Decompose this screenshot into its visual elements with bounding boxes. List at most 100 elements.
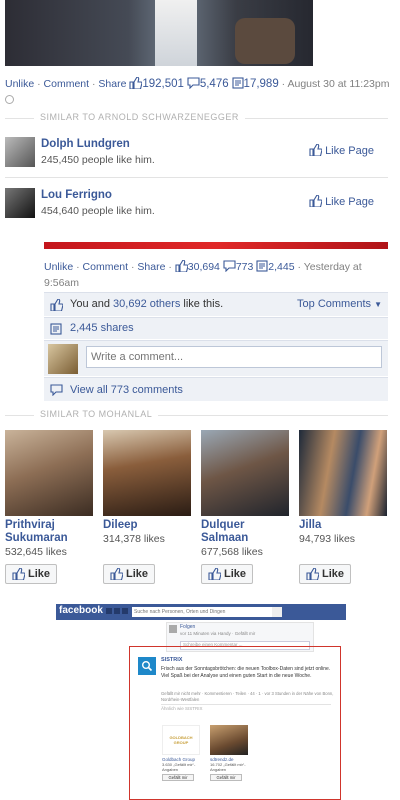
- comments-count[interactable]: 773: [223, 260, 254, 273]
- comments-number: 773: [235, 261, 254, 273]
- share-icon: [231, 77, 244, 89]
- like-page-button[interactable]: Like Page: [309, 144, 374, 157]
- highlight-frame: SISTRIX Frisch aus der Sonntagsbrötchen:…: [129, 646, 341, 800]
- card-photo[interactable]: [103, 430, 191, 516]
- share-icon: [256, 260, 268, 272]
- unlike-link[interactable]: Unlike: [44, 261, 73, 273]
- like-button[interactable]: Like: [299, 564, 351, 584]
- unlike-link[interactable]: Unlike: [5, 78, 34, 90]
- card-photo[interactable]: [299, 430, 387, 516]
- view-all-comments-link[interactable]: View all 773 comments: [70, 384, 183, 396]
- avatar[interactable]: [5, 188, 35, 218]
- like-button[interactable]: Like: [103, 564, 155, 584]
- post-photo-red[interactable]: [44, 242, 388, 249]
- suggested-card: Jilla 94,793 likes Like: [299, 430, 389, 590]
- thumbs-up-icon: [208, 568, 221, 580]
- comment-link[interactable]: Comment: [83, 261, 129, 273]
- card-photo[interactable]: [5, 430, 93, 516]
- card-name[interactable]: Dulquer Salmaan: [201, 519, 291, 545]
- thumbs-up-icon: [12, 568, 25, 580]
- comment-input[interactable]: [86, 346, 382, 368]
- likes-count[interactable]: 30,694: [175, 260, 220, 273]
- comment-bubble-icon: [223, 260, 236, 272]
- likes-number: 30,694: [187, 261, 220, 273]
- top-comments-dropdown[interactable]: Top Comments ▼: [297, 298, 382, 310]
- card-photo[interactable]: [210, 725, 248, 755]
- suggested-card: Dulquer Salmaan 677,568 likes Like: [201, 430, 291, 590]
- shares-count[interactable]: 17,989: [231, 77, 279, 90]
- inset-header: facebook: [56, 604, 346, 620]
- likes-count[interactable]: 192,501: [129, 77, 184, 90]
- shares-number: 17,989: [243, 78, 279, 90]
- inset-top-user[interactable]: Folgen: [180, 624, 195, 630]
- like-button-label: Like: [321, 568, 344, 580]
- avatar[interactable]: [169, 625, 177, 633]
- like-button[interactable]: Gefällt mir: [162, 774, 194, 781]
- sistrix-logo[interactable]: [138, 657, 156, 675]
- goldbach-logo: GOLDBACH GROUP: [169, 735, 193, 745]
- photo-detail: [235, 18, 295, 64]
- likes-number: 192,501: [142, 78, 184, 90]
- card-photo[interactable]: GOLDBACH GROUP: [162, 725, 200, 755]
- shares-count[interactable]: 2,445: [256, 260, 295, 273]
- like-button-label: Like: [125, 568, 148, 580]
- inset-screenshot: facebook Folgen vor 11 Minuten via Handy…: [56, 604, 346, 800]
- others-link[interactable]: 30,692 others: [113, 298, 180, 310]
- like-button-label: Like: [27, 568, 50, 580]
- thumbs-up-icon: [129, 77, 143, 89]
- like-button-label: Like: [223, 568, 246, 580]
- like-button[interactable]: Like: [5, 564, 57, 584]
- magnifier-icon: [142, 661, 153, 672]
- notification-icon[interactable]: [106, 608, 112, 614]
- comment-bubble-icon: [50, 384, 63, 396]
- like-button[interactable]: Like: [201, 564, 253, 584]
- you-text: You and: [70, 298, 110, 310]
- photo-detail: [155, 0, 197, 66]
- card-like-count: 16.702 „Gefällt mir“-Angaben: [210, 762, 246, 772]
- ufi-shares-row[interactable]: 2,445 shares: [44, 317, 388, 339]
- top-comments-label: Top Comments: [297, 298, 372, 310]
- card-photo[interactable]: [201, 430, 289, 516]
- share-link[interactable]: Share: [137, 261, 165, 273]
- like-page-label: Like Page: [325, 145, 374, 157]
- card-like-count: 314,378 likes: [103, 533, 165, 545]
- post-photo-top[interactable]: [5, 0, 313, 66]
- like-button[interactable]: Gefällt mir: [210, 774, 242, 781]
- card-like-count: 532,645 likes: [5, 546, 67, 558]
- comment-link[interactable]: Comment: [44, 78, 90, 90]
- post1-actions: Unlike · Comment · Share 192,501 5,476 1…: [5, 76, 395, 108]
- thumbs-up-icon: [309, 195, 322, 207]
- inset-card: GOLDBACH GROUP Goldbach Group 3.630 „Gef…: [162, 725, 202, 789]
- facebook-logo[interactable]: facebook: [59, 605, 103, 616]
- similar-heading: Similar to Mohanlal: [34, 409, 159, 419]
- inset-card: sdtrendz.de 16.702 „Gefällt mir“-Angaben…: [210, 725, 250, 789]
- shares-link[interactable]: 2,445 shares: [70, 322, 134, 334]
- share-icon: [50, 323, 62, 335]
- card-name[interactable]: Dileep: [103, 519, 193, 532]
- card-name[interactable]: Prithviraj Sukumaran: [5, 519, 95, 545]
- comments-count[interactable]: 5,476: [187, 77, 229, 90]
- message-icon[interactable]: [114, 608, 120, 614]
- like-page-button[interactable]: Like Page: [309, 195, 374, 208]
- thumbs-up-icon: [306, 568, 319, 580]
- ufi-comment-row: [44, 340, 388, 376]
- page-name[interactable]: Dolph Lundgren: [41, 138, 130, 150]
- thumbs-up-icon: [309, 144, 322, 156]
- page-like-count: 454,640 people like him.: [41, 205, 155, 217]
- avatar[interactable]: [48, 344, 78, 374]
- suggested-page-row: Dolph Lundgren 245,450 people like him. …: [5, 136, 388, 170]
- ufi-view-all-row[interactable]: View all 773 comments: [44, 377, 388, 401]
- divider: [161, 704, 331, 705]
- divider: [5, 177, 388, 178]
- friends-icon[interactable]: [122, 608, 128, 614]
- inset-search-input[interactable]: [132, 607, 272, 617]
- avatar[interactable]: [5, 137, 35, 167]
- inset-page-name[interactable]: SISTRIX: [161, 657, 182, 663]
- post-timestamp[interactable]: August 30 at 11:23pm: [288, 78, 390, 90]
- like-this-text: like this.: [183, 298, 224, 310]
- page-name[interactable]: Lou Ferrigno: [41, 189, 112, 201]
- like-page-label: Like Page: [325, 196, 374, 208]
- share-link[interactable]: Share: [98, 78, 126, 90]
- search-icon[interactable]: [272, 607, 282, 617]
- card-name[interactable]: Jilla: [299, 519, 389, 532]
